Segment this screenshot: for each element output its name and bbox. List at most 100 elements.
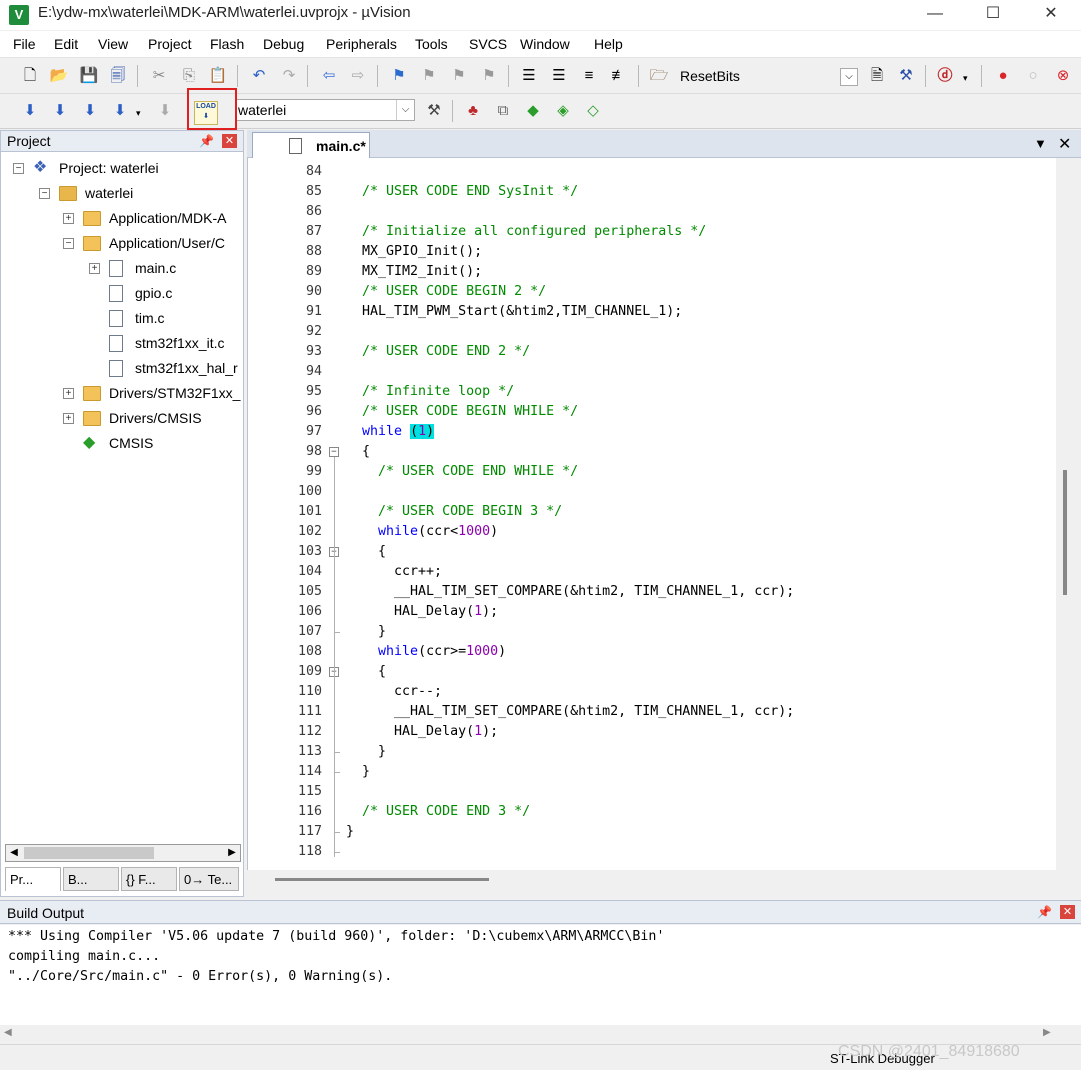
- code-line[interactable]: 112 HAL_Delay(1);: [248, 722, 1048, 742]
- code-line[interactable]: 103− {: [248, 542, 1048, 562]
- tree-item[interactable]: stm32f1xx_hal_r: [1, 357, 241, 382]
- chevron-down-icon[interactable]: ▾: [963, 73, 968, 84]
- menu-peripherals[interactable]: Peripherals: [326, 36, 397, 52]
- code-line[interactable]: 113 }: [248, 742, 1048, 762]
- bookmark-icon[interactable]: ⚑: [388, 65, 410, 87]
- save-icon[interactable]: 💾: [78, 65, 100, 87]
- manage-run-time-environment-icon[interactable]: ◆: [522, 100, 544, 122]
- tree-item[interactable]: − waterlei: [1, 182, 241, 207]
- load-download-icon[interactable]: LOAD ⬇: [194, 101, 218, 125]
- code-line[interactable]: 85 /* USER CODE END SysInit */: [248, 182, 1048, 202]
- target-select[interactable]: waterlei ⌵: [235, 99, 415, 121]
- scroll-thumb[interactable]: [24, 847, 154, 859]
- scroll-left-icon[interactable]: ◀: [6, 845, 22, 861]
- tree-item[interactable]: + Drivers/CMSIS: [1, 407, 241, 432]
- collapse-icon[interactable]: −: [13, 163, 24, 174]
- scroll-right-icon[interactable]: ▶: [1043, 1027, 1051, 1038]
- undo-icon[interactable]: ↶: [248, 65, 270, 87]
- code-line[interactable]: 95 /* Infinite loop */: [248, 382, 1048, 402]
- paste-icon[interactable]: 📋: [207, 65, 229, 87]
- navigate-forward-icon[interactable]: ⇨: [347, 65, 369, 87]
- close-icon[interactable]: ✕: [1058, 134, 1071, 154]
- code-line[interactable]: 90 /* USER CODE BEGIN 2 */: [248, 282, 1048, 302]
- tree-item[interactable]: + main.c: [1, 257, 241, 282]
- chevron-down-icon[interactable]: ⌵: [396, 100, 414, 120]
- code-line[interactable]: 88 MX_GPIO_Init();: [248, 242, 1048, 262]
- code-line[interactable]: 108 while(ccr>=1000): [248, 642, 1048, 662]
- vertical-scrollbar[interactable]: [1056, 158, 1081, 870]
- kill-breakpoints-icon[interactable]: ⊗: [1052, 65, 1074, 87]
- scroll-right-icon[interactable]: ▶: [224, 845, 240, 861]
- chevron-down-icon[interactable]: ▼: [1034, 136, 1047, 151]
- code-line[interactable]: 109− {: [248, 662, 1048, 682]
- code-editor[interactable]: 84 85 /* USER CODE END SysInit */ 86 87 /* …: [247, 158, 1056, 870]
- scroll-left-icon[interactable]: ◀: [4, 1027, 12, 1038]
- prev-bookmark-icon[interactable]: ⚑: [418, 65, 440, 87]
- pin-icon[interactable]: 📌: [1037, 905, 1052, 919]
- clear-bookmarks-icon[interactable]: ⚑: [478, 65, 500, 87]
- menu-svcs[interactable]: SVCS: [469, 36, 507, 52]
- tab-books[interactable]: B...: [63, 867, 119, 891]
- collapse-icon[interactable]: −: [39, 188, 50, 199]
- code-line[interactable]: 107 }: [248, 622, 1048, 642]
- minimize-button[interactable]: —: [910, 0, 960, 30]
- code-line[interactable]: 86: [248, 202, 1048, 222]
- code-line[interactable]: 94: [248, 362, 1048, 382]
- close-icon[interactable]: ✕: [222, 134, 237, 148]
- save-all-icon[interactable]: 🗐: [107, 65, 129, 87]
- manage-project-items-icon[interactable]: ♣: [462, 100, 484, 122]
- rebuild-icon[interactable]: ⬇: [79, 100, 101, 122]
- code-line[interactable]: 116 /* USER CODE END 3 */: [248, 802, 1048, 822]
- code-line[interactable]: 89 MX_TIM2_Init();: [248, 262, 1048, 282]
- build-output-pane[interactable]: *** Using Compiler 'V5.06 update 7 (buil…: [0, 925, 1081, 1025]
- scroll-thumb[interactable]: [1063, 470, 1067, 595]
- code-line[interactable]: 102 while(ccr<1000): [248, 522, 1048, 542]
- expand-icon[interactable]: +: [63, 213, 74, 224]
- menu-help[interactable]: Help: [594, 36, 623, 52]
- batch-build-icon[interactable]: ⬇: [109, 100, 131, 122]
- close-window-button[interactable]: ✕: [1026, 0, 1076, 30]
- copy-icon[interactable]: ⎘: [178, 65, 200, 87]
- menu-flash[interactable]: Flash: [210, 36, 244, 52]
- open-file-icon[interactable]: 📂: [48, 65, 70, 87]
- code-line[interactable]: 84: [248, 162, 1048, 182]
- horizontal-scrollbar[interactable]: ◀ ▶: [5, 844, 241, 862]
- menu-file[interactable]: File: [13, 36, 36, 52]
- pin-icon[interactable]: 📌: [199, 134, 214, 148]
- navigate-back-icon[interactable]: ⇦: [318, 65, 340, 87]
- tree-item[interactable]: ◆ CMSIS: [1, 432, 241, 457]
- code-line[interactable]: 96 /* USER CODE BEGIN WHILE */: [248, 402, 1048, 422]
- tree-item[interactable]: − Application/User/C: [1, 232, 241, 257]
- code-line[interactable]: 117}: [248, 822, 1048, 842]
- code-line[interactable]: 115: [248, 782, 1048, 802]
- expand-icon[interactable]: +: [63, 388, 74, 399]
- chevron-down-icon[interactable]: ▾: [136, 108, 141, 119]
- pack-installer-icon[interactable]: ◇: [582, 100, 604, 122]
- code-line[interactable]: 106 HAL_Delay(1);: [248, 602, 1048, 622]
- tree-item[interactable]: − ❖ Project: waterlei: [1, 157, 241, 182]
- code-line[interactable]: 105 __HAL_TIM_SET_COMPARE(&htim2, TIM_CH…: [248, 582, 1048, 602]
- tree-item[interactable]: + Drivers/STM32F1xx_: [1, 382, 241, 407]
- indent-icon[interactable]: ☰: [518, 65, 540, 87]
- expand-icon[interactable]: +: [63, 413, 74, 424]
- debug-session-icon[interactable]: ⓓ: [934, 65, 956, 87]
- find-in-files-icon[interactable]: 🗁: [648, 65, 670, 87]
- browse-icon[interactable]: ⚒: [895, 65, 917, 87]
- fold-collapse-icon[interactable]: −: [329, 447, 339, 457]
- disable-breakpoint-icon[interactable]: ○: [1022, 65, 1044, 87]
- code-line[interactable]: 99 /* USER CODE END WHILE */: [248, 462, 1048, 482]
- menu-view[interactable]: View: [98, 36, 128, 52]
- code-line[interactable]: 100: [248, 482, 1048, 502]
- menu-project[interactable]: Project: [148, 36, 192, 52]
- tree-item[interactable]: + Application/MDK-A: [1, 207, 241, 232]
- find-text[interactable]: ResetBits: [680, 68, 740, 84]
- expand-icon[interactable]: +: [89, 263, 100, 274]
- breakpoint-icon[interactable]: ●: [992, 65, 1014, 87]
- code-line[interactable]: 114 }: [248, 762, 1048, 782]
- file-extensions-icon[interactable]: ⧉: [492, 100, 514, 122]
- code-line[interactable]: 97 while (1): [248, 422, 1048, 442]
- cut-icon[interactable]: ✂: [148, 65, 170, 87]
- comment-icon[interactable]: ≡: [578, 65, 600, 87]
- build-icon[interactable]: ⬇: [49, 100, 71, 122]
- code-line[interactable]: 104 ccr++;: [248, 562, 1048, 582]
